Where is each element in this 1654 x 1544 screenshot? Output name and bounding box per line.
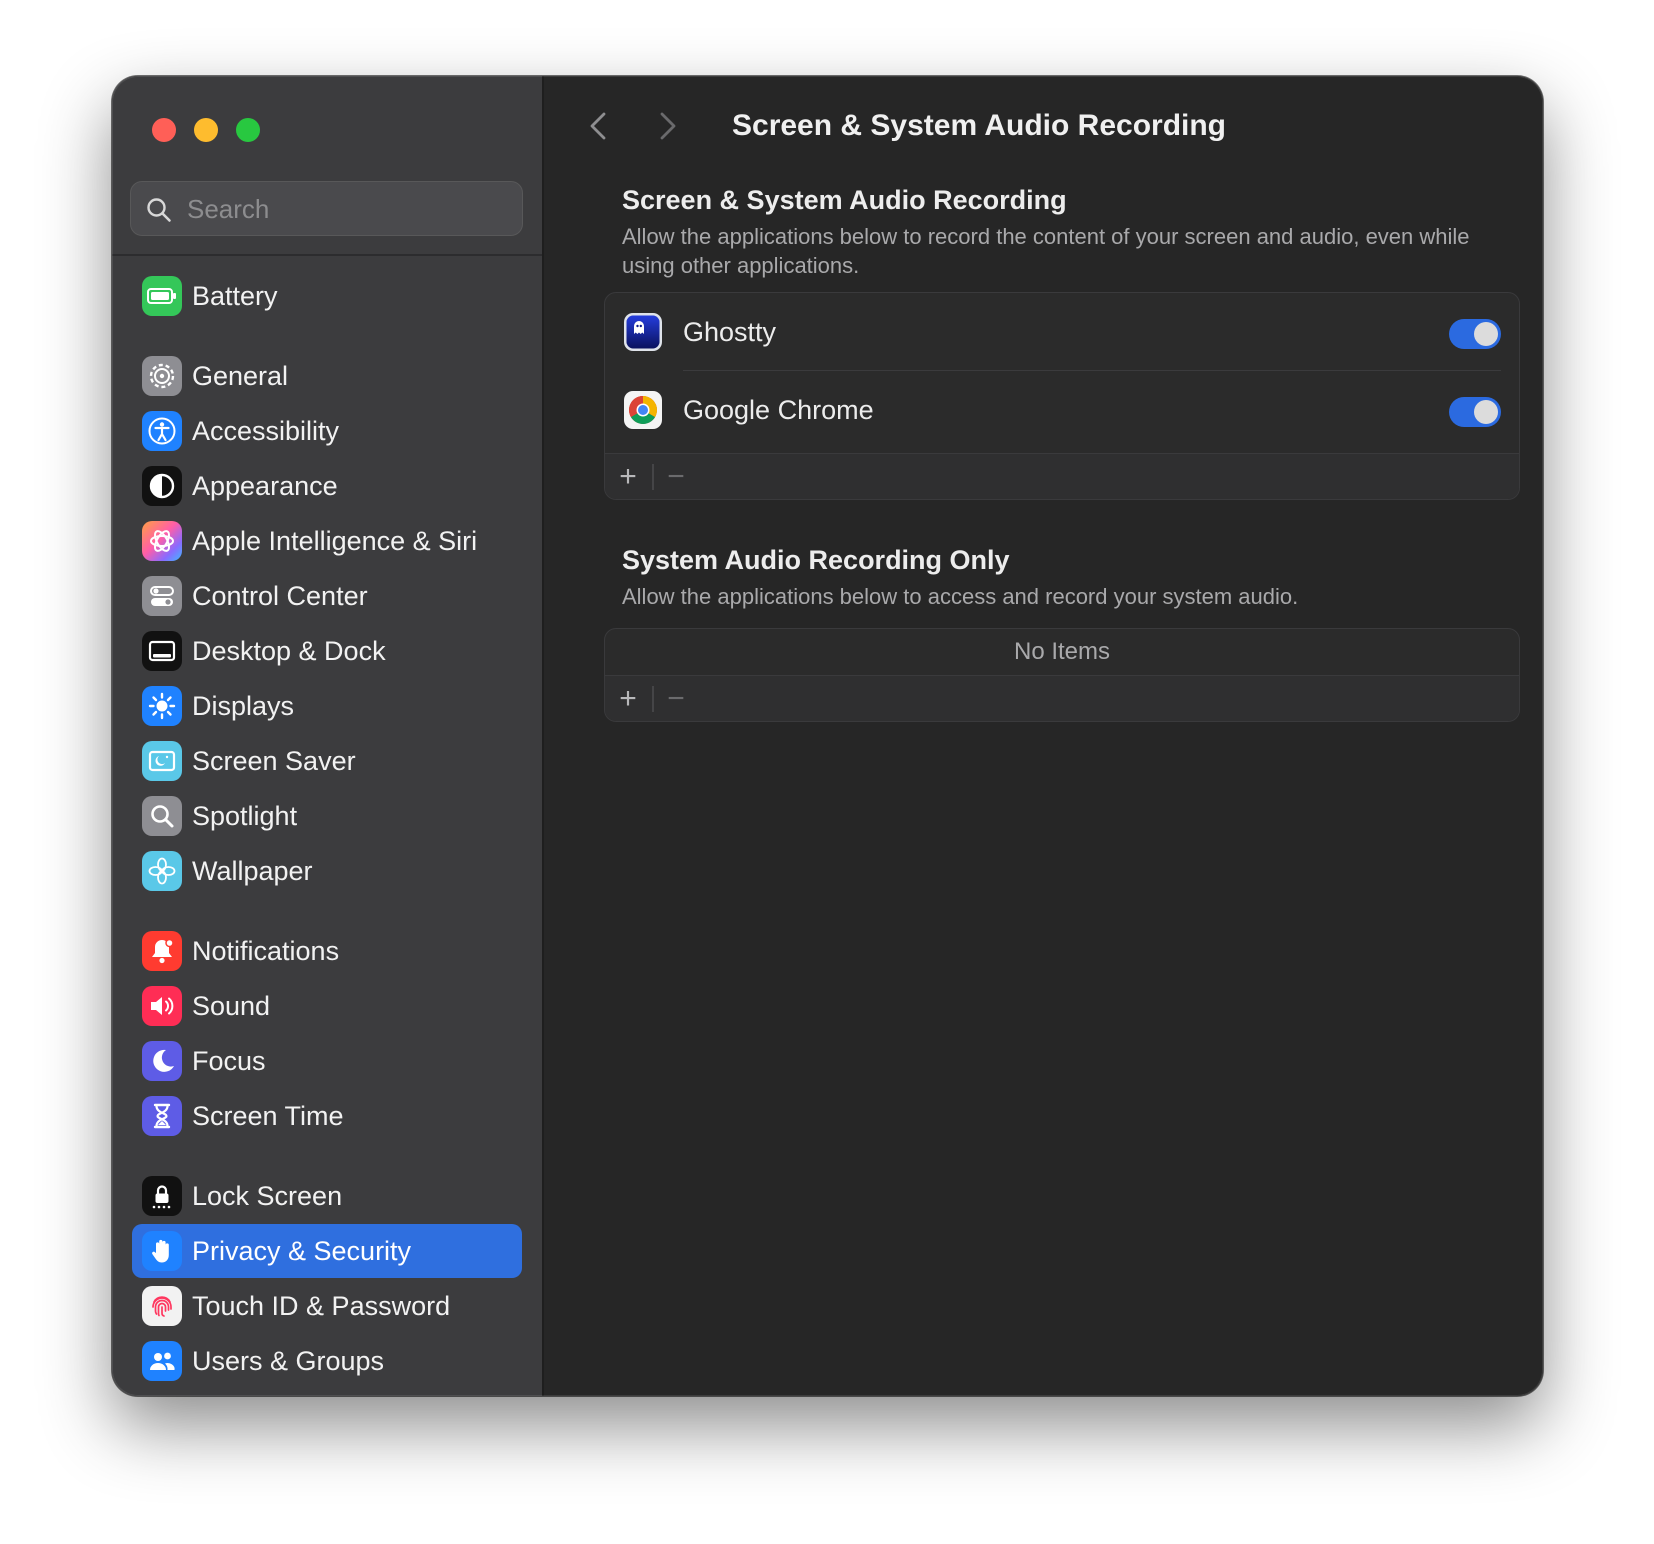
bell-icon — [142, 931, 182, 971]
sidebar-item-label: Battery — [192, 281, 278, 311]
sidebar-item-label: Touch ID & Password — [192, 1291, 451, 1321]
appearance-icon — [142, 466, 182, 506]
chrome-app-icon — [624, 391, 662, 429]
empty-list-text: No Items — [1013, 638, 1111, 665]
apple-intelligence-icon — [142, 521, 182, 561]
sidebar-item-label: General — [192, 361, 289, 391]
sidebar-item-label: Desktop & Dock — [192, 636, 386, 666]
sidebar-item-label: Control Center — [192, 581, 368, 611]
sidebar-item-apple-intelligence[interactable]: Apple Intelligence & Siri — [132, 514, 522, 568]
sidebar-item-wallpaper[interactable]: Wallpaper — [132, 844, 522, 898]
google-chrome-toggle[interactable] — [1449, 397, 1501, 427]
sidebar-item-users-groups[interactable]: Users & Groups — [132, 1334, 522, 1388]
sidebar-item-desktop-dock[interactable]: Desktop & Dock — [132, 624, 522, 678]
hand-icon — [142, 1231, 182, 1271]
add-app-button[interactable]: + — [605, 454, 651, 499]
sidebar-item-appearance[interactable]: Appearance — [132, 459, 522, 513]
sidebar-item-screen-time[interactable]: Screen Time — [132, 1089, 522, 1143]
flower-icon — [142, 851, 182, 891]
sidebar-item-label: Screen Time — [192, 1101, 344, 1131]
sidebar-item-lock-screen[interactable]: Lock Screen — [132, 1169, 522, 1223]
toggle-knob — [1474, 400, 1498, 424]
list-footer: + − — [605, 453, 1519, 499]
gear-icon — [142, 356, 182, 396]
search-icon — [147, 198, 171, 222]
page-title: Screen & System Audio Recording — [732, 109, 1227, 142]
remove-app-button[interactable]: − — [653, 454, 699, 499]
sun-icon — [142, 686, 182, 726]
app-row-ghostty: Ghostty — [605, 293, 1519, 371]
sidebar-item-label: Spotlight — [192, 801, 298, 831]
sidebar-item-displays[interactable]: Displays — [132, 679, 522, 733]
settings-window: Battery General Accessibility Appearance — [112, 76, 1543, 1396]
add-app-button[interactable]: + — [605, 676, 651, 721]
sidebar-item-accessibility[interactable]: Accessibility — [132, 404, 522, 458]
sidebar-item-screen-saver[interactable]: Screen Saver — [132, 734, 522, 788]
magnifier-icon — [142, 796, 182, 836]
control-center-icon — [142, 576, 182, 616]
sidebar-item-label: Focus — [192, 1046, 266, 1076]
sidebar-item-spotlight[interactable]: Spotlight — [132, 789, 522, 843]
hourglass-icon — [142, 1096, 182, 1136]
section-title-screen-recording: Screen & System Audio Recording — [622, 185, 1067, 215]
sidebar-item-notifications[interactable]: Notifications — [132, 924, 522, 978]
sidebar-item-control-center[interactable]: Control Center — [132, 569, 522, 623]
battery-icon — [142, 276, 182, 316]
main-content: Screen & System Audio Recording Screen &… — [544, 76, 1543, 1396]
search-input[interactable] — [185, 182, 509, 237]
ghostty-app-icon — [624, 313, 662, 351]
sidebar-item-label: Notifications — [192, 936, 340, 966]
app-name: Google Chrome — [683, 395, 874, 425]
app-row-google-chrome: Google Chrome — [605, 371, 1519, 449]
dock-icon — [142, 631, 182, 671]
section-title-audio-only: System Audio Recording Only — [622, 545, 1010, 575]
toggle-knob — [1474, 322, 1498, 346]
sidebar-item-touch-id[interactable]: Touch ID & Password — [132, 1279, 522, 1333]
sidebar-item-label: Appearance — [192, 471, 338, 501]
back-arrow-icon[interactable] — [584, 106, 614, 146]
screen-saver-icon — [142, 741, 182, 781]
fingerprint-icon — [142, 1286, 182, 1326]
list-footer: + − — [605, 675, 1519, 721]
sidebar-item-focus[interactable]: Focus — [132, 1034, 522, 1088]
forward-arrow-icon[interactable] — [652, 106, 682, 146]
sidebar-divider — [112, 254, 542, 256]
lock-icon — [142, 1176, 182, 1216]
sidebar-item-label: Privacy & Security — [192, 1236, 412, 1266]
remove-app-button[interactable]: − — [653, 676, 699, 721]
audio-only-app-list: No Items + − — [604, 628, 1520, 722]
sidebar-item-label: Wallpaper — [192, 856, 313, 886]
app-name: Ghostty — [683, 317, 777, 347]
users-icon — [142, 1341, 182, 1381]
window-controls — [152, 118, 260, 142]
accessibility-icon — [142, 411, 182, 451]
sidebar-item-label: Displays — [192, 691, 295, 721]
sidebar-item-privacy-security[interactable]: Privacy & Security — [132, 1224, 522, 1278]
close-button[interactable] — [152, 118, 176, 142]
screen-recording-app-list: Ghostty Google Chrome + − — [604, 292, 1520, 500]
sidebar-item-label: Sound — [192, 991, 271, 1021]
section-description-audio-only: Allow the applications below to access a… — [622, 584, 1299, 609]
sidebar-item-label: Lock Screen — [192, 1181, 343, 1211]
sidebar-item-general[interactable]: General — [132, 349, 522, 403]
search-field[interactable] — [130, 181, 523, 237]
sidebar-item-battery[interactable]: Battery — [132, 269, 522, 323]
sidebar-item-label: Users & Groups — [192, 1346, 385, 1376]
sidebar-item-sound[interactable]: Sound — [132, 979, 522, 1033]
sidebar-item-label: Screen Saver — [192, 746, 356, 776]
minimize-button[interactable] — [194, 118, 218, 142]
moon-icon — [142, 1041, 182, 1081]
ghostty-toggle[interactable] — [1449, 319, 1501, 349]
sidebar-item-label: Apple Intelligence & Siri — [192, 526, 478, 556]
section-description-screen-recording: Allow the applications below to record t… — [622, 224, 1470, 278]
sidebar: Battery General Accessibility Appearance — [112, 76, 544, 1396]
speaker-icon — [142, 986, 182, 1026]
sidebar-item-label: Accessibility — [192, 416, 340, 446]
zoom-button[interactable] — [236, 118, 260, 142]
